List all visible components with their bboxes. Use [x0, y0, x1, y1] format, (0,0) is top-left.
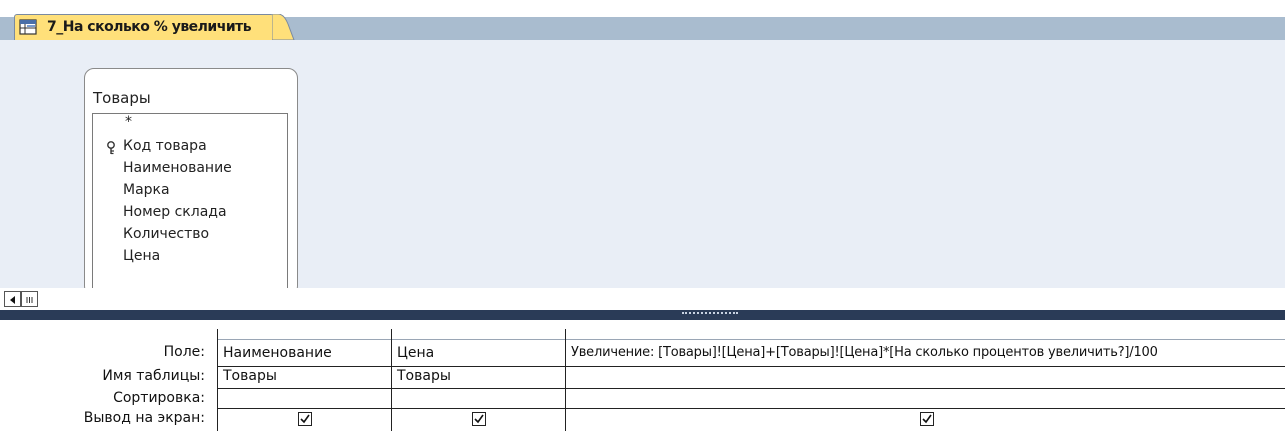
- grip-icon: [26, 297, 33, 303]
- grid-line: [217, 388, 1285, 389]
- grid-line: [391, 329, 392, 431]
- splitter-grip[interactable]: [682, 312, 738, 318]
- table-window-title: Товары: [93, 89, 151, 107]
- checkmark-icon: [474, 414, 484, 424]
- checkmark-icon: [300, 414, 310, 424]
- scroll-thumb[interactable]: [21, 291, 38, 307]
- arrow-left-icon: [10, 296, 15, 304]
- field-item-kod-tovara[interactable]: Код товара: [123, 138, 207, 154]
- grid-line: [565, 329, 566, 431]
- grid-cell-table[interactable]: Товары: [223, 368, 277, 384]
- grid-cell-field-expression[interactable]: Увеличение: [Товары]![Цена]+[Товары]![Це…: [571, 345, 1158, 360]
- query-tab[interactable]: 7_На сколько % увеличить: [14, 14, 274, 40]
- horizontal-scrollbar[interactable]: [0, 288, 1285, 310]
- grid-cell-field[interactable]: Наименование: [223, 345, 332, 361]
- row-label-table: Имя таблицы:: [102, 368, 205, 384]
- tab-title: 7_На сколько % увеличить: [47, 19, 252, 35]
- row-label-sort: Сортировка:: [113, 390, 205, 406]
- document-tab-bar: 7_На сколько % увеличить: [0, 0, 1285, 40]
- table-window-tovary[interactable]: Товары * Код товара Наименование Марка Н…: [84, 68, 298, 297]
- grid-cell-field[interactable]: Цена: [397, 345, 434, 361]
- checkmark-icon: [922, 414, 932, 424]
- field-item-naimenovanie[interactable]: Наименование: [123, 160, 232, 176]
- tab-edge: [272, 14, 295, 40]
- grid-line: [217, 366, 1285, 367]
- primary-key-icon: [105, 140, 117, 155]
- field-item-nomer-sklada[interactable]: Номер склада: [123, 204, 227, 220]
- grid-line: [217, 329, 218, 431]
- grid-header-line: [217, 339, 1285, 340]
- row-label-field: Поле:: [163, 344, 205, 360]
- field-list[interactable]: * Код товара Наименование Марка Номер ск…: [92, 113, 288, 297]
- row-label-show: Вывод на экран:: [83, 410, 205, 426]
- show-checkbox[interactable]: [298, 412, 312, 426]
- query-icon: [19, 19, 37, 35]
- field-item-kolichestvo[interactable]: Количество: [123, 226, 209, 242]
- grid-line: [217, 408, 1285, 409]
- scroll-left-button[interactable]: [4, 291, 21, 307]
- field-item-marka[interactable]: Марка: [123, 182, 170, 198]
- show-checkbox[interactable]: [472, 412, 486, 426]
- field-item-cena[interactable]: Цена: [123, 248, 160, 264]
- field-item-all[interactable]: *: [125, 114, 132, 130]
- grid-cell-table[interactable]: Товары: [397, 368, 451, 384]
- pane-splitter[interactable]: [0, 310, 1285, 320]
- show-checkbox[interactable]: [920, 412, 934, 426]
